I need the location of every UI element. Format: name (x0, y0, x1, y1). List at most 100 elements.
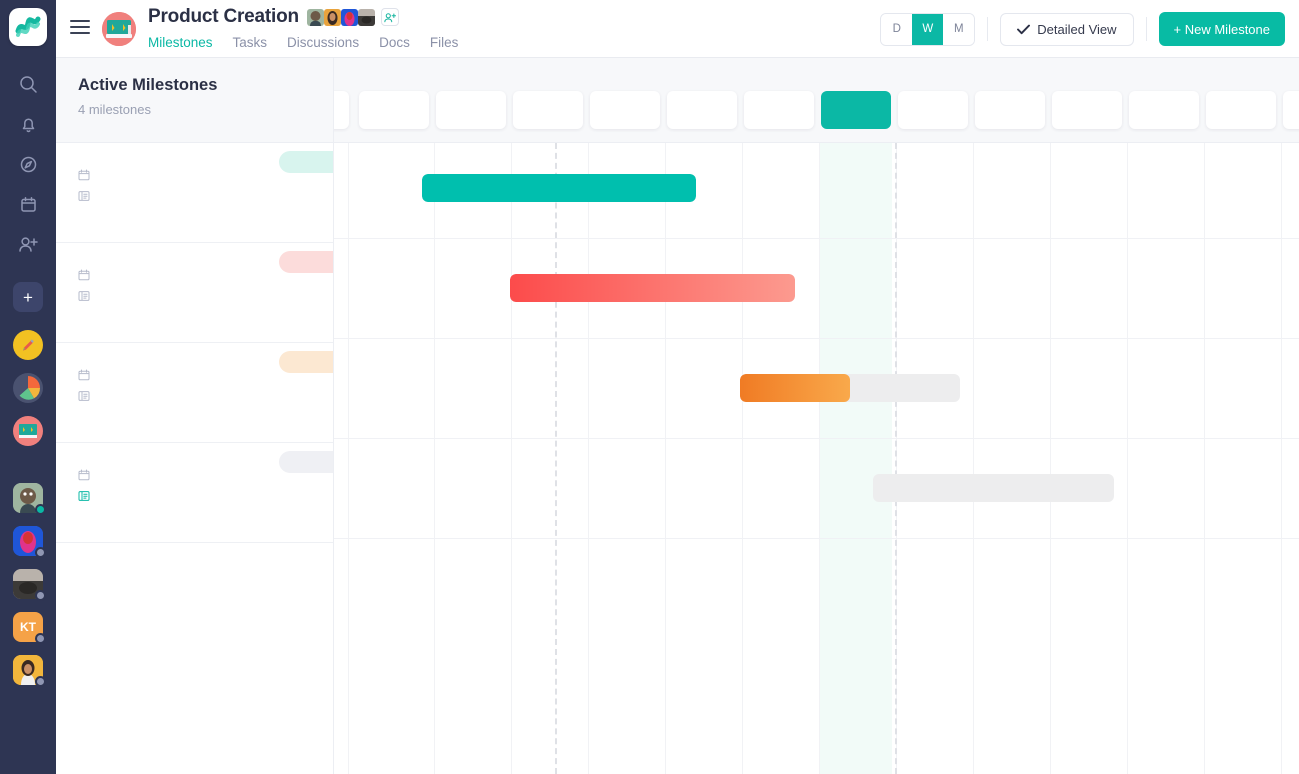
zoom-week-button[interactable]: W (912, 14, 943, 45)
detailed-view-label: Detailed View (1037, 22, 1116, 37)
week-tab[interactable] (359, 91, 429, 129)
divider (987, 17, 988, 41)
workspace-icon (16, 421, 40, 441)
row-separator (334, 438, 1299, 439)
milestone-tasks[interactable] (78, 490, 333, 505)
compass-icon[interactable] (8, 144, 48, 184)
gantt-bar-progress (740, 374, 850, 402)
zoom-level-segmented-control: D W M (880, 13, 975, 46)
week-tab[interactable] (1283, 91, 1299, 129)
divider (1146, 17, 1147, 41)
quick-add-label: + (23, 289, 33, 306)
sidebar-header: Active Milestones 4 milestones (56, 58, 333, 143)
avatar-user-4[interactable] (13, 655, 43, 685)
tasks-icon (78, 490, 90, 505)
avatar-user-3[interactable] (13, 569, 43, 599)
top-header: Product Creation (56, 0, 1299, 58)
week-tab[interactable] (821, 91, 891, 129)
week-tab[interactable] (667, 91, 737, 129)
calendar-icon[interactable] (8, 184, 48, 224)
bell-icon[interactable] (8, 104, 48, 144)
member-avatar-1[interactable] (307, 9, 324, 26)
quick-add-button[interactable]: + (13, 282, 43, 312)
member-avatar-3[interactable] (341, 9, 358, 26)
week-tab[interactable] (1129, 91, 1199, 129)
gantt-bar[interactable] (422, 174, 696, 202)
row-separator (334, 238, 1299, 239)
gantt-timeline (334, 58, 1299, 774)
member-avatar-4[interactable] (358, 9, 375, 26)
week-tab[interactable] (1206, 91, 1276, 129)
zoom-day-button[interactable]: D (881, 14, 912, 45)
avatar-user-kt[interactable]: KT (13, 612, 43, 642)
progress-badge (279, 251, 333, 273)
timeline-grid[interactable] (334, 143, 1299, 774)
row-separator (334, 338, 1299, 339)
app-root: + (0, 0, 1299, 774)
milestone-tasks (78, 190, 333, 205)
project-thumbnail-image (102, 12, 136, 46)
week-tab[interactable] (898, 91, 968, 129)
left-nav-rail: + (0, 0, 56, 774)
tasks-icon (78, 390, 90, 405)
week-tab[interactable] (436, 91, 506, 129)
status-dot (35, 504, 46, 515)
milestone-tasks (78, 290, 333, 305)
hamburger-icon[interactable] (70, 20, 90, 34)
calendar-icon (78, 369, 90, 384)
avatar-project-app[interactable] (13, 416, 43, 446)
avatar-user-2[interactable] (13, 526, 43, 556)
month-labels (334, 58, 1299, 90)
detailed-view-button[interactable]: Detailed View (1000, 13, 1133, 46)
milestone-list (56, 143, 333, 543)
milestone-row[interactable] (56, 143, 333, 243)
page-title: Product Creation (148, 6, 299, 28)
new-milestone-button[interactable]: + New Milestone (1159, 12, 1285, 46)
tasks-icon (78, 190, 90, 205)
milestone-row[interactable] (56, 443, 333, 543)
progress-badge (279, 451, 333, 473)
pie-chart-icon (15, 375, 41, 401)
add-user-icon[interactable] (8, 224, 48, 264)
title-row: Product Creation (148, 6, 458, 28)
week-tab[interactable] (513, 91, 583, 129)
week-tab[interactable] (334, 91, 349, 129)
check-icon (1017, 24, 1030, 35)
member-avatars (307, 8, 399, 26)
header-actions: D W M Detailed View + New Milestone (880, 0, 1299, 46)
status-dot (35, 547, 46, 558)
gantt-bar-progress (510, 274, 795, 302)
milestone-row[interactable] (56, 243, 333, 343)
avatar-pencil-app[interactable] (13, 330, 43, 360)
tasks-icon (78, 290, 90, 305)
app-logo[interactable] (9, 8, 47, 46)
status-dot (35, 633, 46, 644)
avatar-user-1[interactable] (13, 483, 43, 513)
gantt-bar-progress (422, 174, 696, 202)
calendar-icon (78, 169, 90, 184)
logo-glyph (15, 14, 41, 40)
calendar-icon (78, 269, 90, 284)
avatar-chart-app[interactable] (13, 373, 43, 403)
member-avatar-2[interactable] (324, 9, 341, 26)
timeline-header (334, 58, 1299, 143)
week-tabs (334, 91, 1299, 131)
week-tab[interactable] (590, 91, 660, 129)
calendar-icon (78, 469, 90, 484)
gantt-bar[interactable] (873, 474, 1114, 502)
milestone-row[interactable] (56, 343, 333, 443)
gantt-bar[interactable] (510, 274, 795, 302)
week-tab[interactable] (975, 91, 1045, 129)
zoom-month-button[interactable]: M (943, 14, 974, 45)
week-tab[interactable] (744, 91, 814, 129)
week-tab[interactable] (1052, 91, 1122, 129)
milestones-sidebar: Active Milestones 4 milestones (56, 58, 334, 774)
status-dot (35, 676, 46, 687)
status-dot (35, 590, 46, 601)
search-icon[interactable] (8, 64, 48, 104)
milestone-tasks (78, 390, 333, 405)
gantt-bar[interactable] (740, 374, 960, 402)
add-person-icon[interactable] (381, 8, 399, 26)
sidebar-subtitle: 4 milestones (78, 102, 333, 117)
row-separator (334, 538, 1299, 539)
